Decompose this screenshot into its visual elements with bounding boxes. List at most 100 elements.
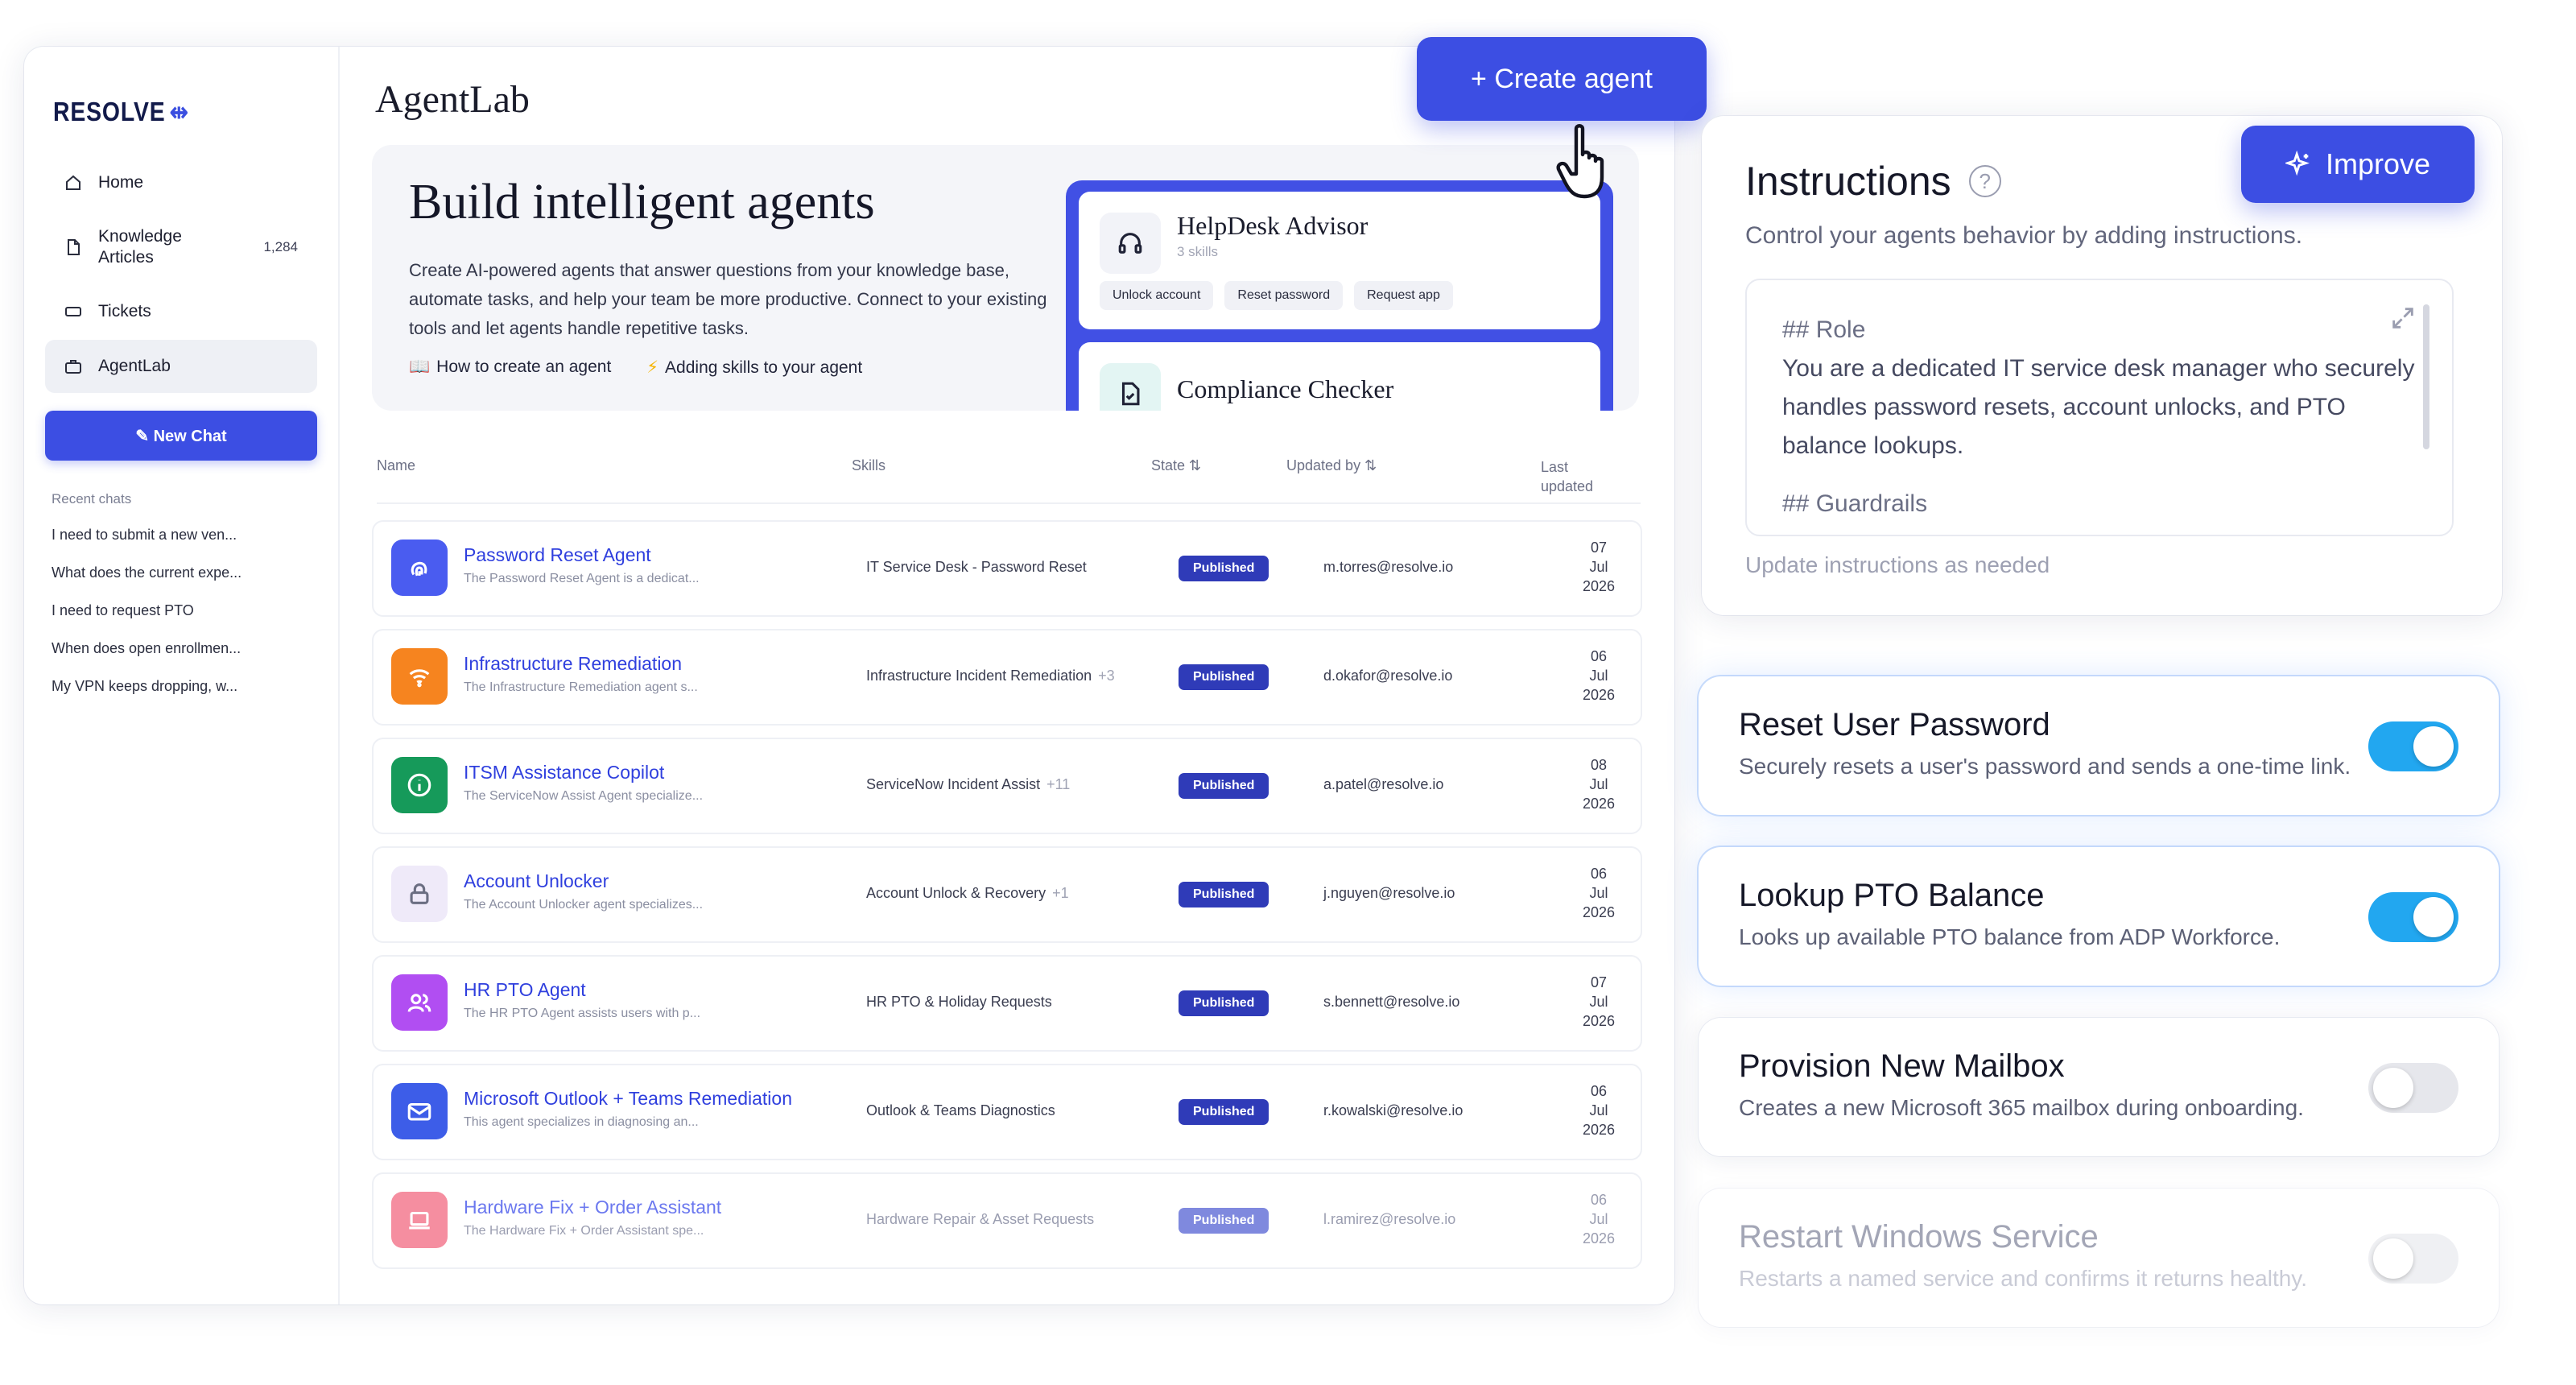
agent-description: The HR PTO Agent assists users with p...	[464, 1007, 701, 1020]
how-to-create-link[interactable]: 📖 How to create an agent	[409, 358, 611, 378]
adding-skills-link[interactable]: ⚡ Adding skills to your agent	[646, 358, 862, 378]
preview-agent-skill-count: 3 skills	[1177, 244, 1219, 259]
improve-button[interactable]: Improve	[2241, 126, 2475, 203]
status-badge: Published	[1179, 990, 1269, 1016]
editor-scrollbar[interactable]	[2423, 304, 2429, 449]
table-row[interactable]: Account Unlocker The Account Unlocker ag…	[372, 846, 1642, 943]
date-month: Jul	[1589, 1211, 1608, 1227]
preview-agent-name: HelpDesk Advisor	[1177, 211, 1368, 240]
recent-chat-item[interactable]: What does the current expe...	[52, 564, 317, 581]
sparkle-icon	[2285, 151, 2310, 176]
sidebar-item-home[interactable]: Home	[45, 156, 317, 209]
table-header: Name Skills State ⇅ Updated by ⇅ Last up…	[377, 440, 1641, 504]
status-badge: Published	[1179, 1208, 1269, 1234]
column-header-last-updated[interactable]: Last updated	[1541, 457, 1605, 496]
new-chat-button[interactable]: ✎ New Chat	[45, 411, 317, 461]
date-year: 2026	[1582, 687, 1616, 703]
sidebar: RESOLVE ⇹ Home Knowledge Articles 1,284 …	[24, 47, 340, 1304]
headset-icon	[1100, 213, 1161, 274]
date-year: 2026	[1582, 1122, 1616, 1138]
sidebar-item-label: Tickets	[98, 302, 151, 320]
logo[interactable]: RESOLVE ⇹	[53, 97, 280, 127]
sidebar-item-agentlab[interactable]: AgentLab	[45, 340, 317, 393]
skill-toggle[interactable]	[2368, 721, 2458, 771]
hero-banner: Build intelligent agents Create AI-power…	[372, 145, 1639, 411]
skill-chip[interactable]: Reset password	[1224, 281, 1344, 310]
skill-label: Infrastructure Incident Remediation	[866, 668, 1092, 684]
create-agent-button[interactable]: + Create agent	[1417, 37, 1707, 121]
briefcase-icon	[63, 356, 84, 377]
sidebar-item-label: AgentLab	[98, 357, 171, 375]
agent-name[interactable]: Password Reset Agent	[464, 544, 651, 566]
skill-toggle[interactable]	[2368, 892, 2458, 942]
help-icon[interactable]: ?	[1968, 165, 2001, 197]
updated-by: a.patel@resolve.io	[1323, 776, 1444, 792]
last-updated: 08 Jul 2026	[1575, 755, 1623, 813]
skill-title: Restart Windows Service	[1739, 1219, 2099, 1255]
recent-chat-item[interactable]: When does open enrollmen...	[52, 640, 317, 657]
recent-chat-item[interactable]: My VPN keeps dropping, w...	[52, 678, 317, 695]
link-label: Adding skills to your agent	[665, 358, 863, 377]
skill-card-restart-windows-service: Restart Windows Service Restarts a named…	[1699, 1189, 2499, 1327]
hero-links: 📖 How to create an agent ⚡ Adding skills t…	[409, 358, 862, 378]
expand-icon[interactable]	[2389, 304, 2417, 332]
agent-name[interactable]: Account Unlocker	[464, 870, 609, 892]
editor-guardrails-heading: ## Guardrails	[1782, 490, 1928, 517]
hero-title: Build intelligent agents	[409, 175, 875, 229]
date-month: Jul	[1589, 668, 1608, 684]
skill-chip[interactable]: Request app	[1354, 281, 1453, 310]
status-badge: Published	[1179, 1099, 1269, 1125]
recent-chat-item[interactable]: I need to request PTO	[52, 602, 317, 619]
skill-toggle[interactable]	[2368, 1063, 2458, 1113]
table-row[interactable]: Password Reset Agent The Password Reset …	[372, 520, 1642, 617]
date-day: 07	[1590, 974, 1608, 990]
agent-name[interactable]: Infrastructure Remediation	[464, 653, 682, 675]
skill-description: Creates a new Microsoft 365 mailbox duri…	[1739, 1095, 2304, 1120]
date-day: 06	[1590, 1192, 1608, 1208]
sidebar-item-label: Home	[98, 173, 144, 192]
agent-name[interactable]: Hardware Fix + Order Assistant	[464, 1197, 721, 1218]
date-month: Jul	[1589, 994, 1608, 1010]
instructions-subtitle: Control your agents behavior by adding i…	[1745, 222, 2303, 249]
agent-table: Password Reset Agent The Password Reset …	[372, 520, 1642, 1281]
last-updated: 06 Jul 2026	[1575, 1190, 1623, 1248]
agent-description: The ServiceNow Assist Agent specialize..…	[464, 789, 704, 803]
agent-name[interactable]: ITSM Assistance Copilot	[464, 762, 664, 783]
agent-name[interactable]: HR PTO Agent	[464, 979, 586, 1001]
hero-description: Create AI-powered agents that answer que…	[409, 260, 1047, 338]
skill-title: Reset User Password	[1739, 707, 2050, 742]
column-header-state[interactable]: State ⇅	[1151, 457, 1201, 474]
date-year: 2026	[1582, 904, 1616, 920]
date-month: Jul	[1589, 885, 1608, 901]
skill-chip[interactable]: Unlock account	[1100, 281, 1214, 310]
sidebar-item-tickets[interactable]: Tickets	[45, 285, 317, 338]
date-year: 2026	[1582, 796, 1616, 812]
ticket-icon	[63, 301, 84, 322]
editor-role-text: You are a dedicated IT service desk mana…	[1782, 355, 2415, 459]
column-header-skills[interactable]: Skills	[852, 457, 886, 474]
instructions-editor[interactable]: ## Role You are a dedicated IT service d…	[1745, 279, 2454, 536]
agent-name[interactable]: Microsoft Outlook + Teams Remediation	[464, 1088, 792, 1110]
table-row[interactable]: Microsoft Outlook + Teams Remediation Th…	[372, 1064, 1642, 1160]
sidebar-item-knowledge-articles[interactable]: Knowledge Articles 1,284	[45, 211, 317, 283]
instructions-title-text: Instructions	[1745, 159, 1951, 204]
status-badge: Published	[1179, 556, 1269, 581]
recent-chat-item[interactable]: I need to submit a new ven...	[52, 527, 317, 544]
preview-agent-card[interactable]: HelpDesk Advisor 3 skills Unlock account…	[1079, 192, 1600, 329]
skill-toggle[interactable]	[2368, 1234, 2458, 1284]
table-row[interactable]: Hardware Fix + Order Assistant The Hardw…	[372, 1172, 1642, 1269]
date-year: 2026	[1582, 1013, 1616, 1029]
preview-agent-card[interactable]: Compliance Checker	[1079, 342, 1600, 411]
table-row[interactable]: Infrastructure Remediation The Infrastru…	[372, 629, 1642, 726]
column-header-name[interactable]: Name	[377, 457, 415, 474]
table-row[interactable]: HR PTO Agent The HR PTO Agent assists us…	[372, 955, 1642, 1052]
lightning-icon: ⚡	[646, 358, 659, 377]
skill-title: Lookup PTO Balance	[1739, 878, 2045, 913]
table-row[interactable]: ITSM Assistance Copilot The ServiceNow A…	[372, 738, 1642, 834]
agent-skill: Infrastructure Incident Remediation +3	[866, 668, 1115, 684]
agent-skill: Outlook & Teams Diagnostics	[866, 1102, 1062, 1119]
last-updated: 06 Jul 2026	[1575, 1081, 1623, 1139]
column-header-updated-by[interactable]: Updated by ⇅	[1286, 457, 1377, 474]
agent-skill: ServiceNow Incident Assist +11	[866, 776, 1070, 793]
updated-by: d.okafor@resolve.io	[1323, 668, 1453, 684]
